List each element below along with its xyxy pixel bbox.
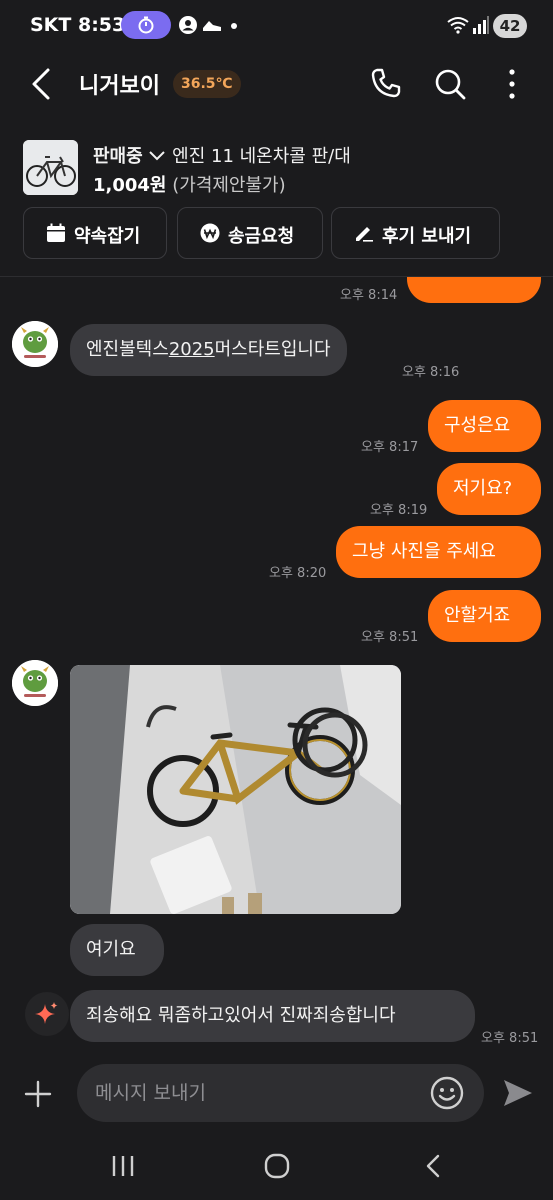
timer-pill bbox=[121, 11, 171, 39]
notification-dot-icon bbox=[231, 23, 237, 29]
price-note: (가격제안불가) bbox=[172, 175, 286, 196]
message-time: 오후 8:19 bbox=[370, 503, 428, 518]
seller-avatar[interactable] bbox=[12, 321, 58, 367]
outgoing-message-clipped[interactable] bbox=[407, 277, 541, 303]
more-options-icon[interactable] bbox=[502, 66, 522, 102]
message-field[interactable] bbox=[77, 1064, 484, 1122]
battery-indicator: 42 bbox=[493, 14, 527, 38]
shoe-icon bbox=[203, 21, 221, 31]
won-icon bbox=[200, 223, 220, 243]
chat-partner-name[interactable]: 니거보이 bbox=[79, 68, 160, 100]
product-price: 1,004원 bbox=[93, 175, 167, 196]
message-time: 오후 8:17 bbox=[361, 440, 419, 455]
home-icon[interactable] bbox=[264, 1153, 290, 1179]
phone-icon[interactable] bbox=[369, 66, 403, 100]
send-review-button[interactable]: 후기 보내기 bbox=[331, 207, 500, 259]
account-icon bbox=[179, 16, 197, 34]
manner-temperature-badge: 36.5℃ bbox=[173, 70, 241, 98]
product-title-line: 판매중 엔진 11 네온차콜 판/대 bbox=[93, 142, 351, 168]
outgoing-message[interactable]: 그냥 사진을 주세요 bbox=[336, 526, 541, 578]
carrier-time: SKT 8:53 bbox=[30, 14, 126, 36]
message-composer bbox=[0, 1060, 553, 1130]
product-title: 엔진 11 네온차콜 판/대 bbox=[172, 146, 351, 167]
request-payment-label: 송금요청 bbox=[228, 226, 295, 247]
message-time: 오후 8:51 bbox=[481, 1031, 539, 1046]
bicycle-image bbox=[23, 140, 78, 195]
sparkle-avatar-icon[interactable] bbox=[24, 991, 70, 1037]
dragon-avatar-image bbox=[12, 660, 58, 706]
message-text: 머스타트입니다 bbox=[214, 339, 331, 360]
bicycle-photo bbox=[70, 665, 401, 914]
system-navigation-bar bbox=[0, 1135, 553, 1200]
message-input[interactable] bbox=[95, 1078, 415, 1108]
recent-apps-icon[interactable] bbox=[110, 1153, 136, 1179]
incoming-photo-message[interactable] bbox=[70, 665, 401, 914]
outgoing-message[interactable]: 구성은요 bbox=[428, 400, 541, 452]
incoming-message[interactable]: 죄송해요 뭐좀하고있어서 진짜죄송합니다 bbox=[70, 990, 475, 1042]
outgoing-message[interactable]: 저기요? bbox=[437, 463, 541, 515]
incoming-message[interactable]: 여기요 bbox=[70, 924, 164, 976]
message-text: 엔진볼텍스 bbox=[86, 339, 169, 360]
pencil-icon bbox=[356, 227, 373, 242]
emoji-icon[interactable] bbox=[430, 1076, 464, 1110]
incoming-message[interactable]: 엔진볼텍스2025머스타트입니다 bbox=[70, 324, 347, 376]
send-review-label: 후기 보내기 bbox=[382, 226, 472, 247]
schedule-appointment-label: 약속잡기 bbox=[74, 226, 141, 247]
dragon-avatar-image bbox=[12, 321, 58, 367]
message-link-text[interactable]: 2025 bbox=[169, 339, 215, 360]
schedule-appointment-button[interactable]: 약속잡기 bbox=[23, 207, 167, 259]
product-price-line: 1,004원 (가격제안불가) bbox=[93, 171, 286, 197]
send-icon[interactable] bbox=[502, 1078, 534, 1108]
sale-status[interactable]: 판매중 bbox=[93, 146, 143, 167]
message-time: 오후 8:51 bbox=[361, 630, 419, 645]
stopwatch-icon bbox=[138, 16, 154, 34]
outgoing-message[interactable]: 안할거죠 bbox=[428, 590, 541, 642]
wifi-icon bbox=[447, 17, 469, 34]
status-bar: SKT 8:53 42 bbox=[0, 0, 553, 52]
request-payment-button[interactable]: 송금요청 bbox=[177, 207, 323, 259]
system-back-icon[interactable] bbox=[421, 1153, 445, 1179]
plus-icon[interactable] bbox=[24, 1080, 52, 1108]
back-arrow-icon[interactable] bbox=[28, 66, 54, 102]
chevron-down-icon[interactable] bbox=[148, 150, 166, 162]
signal-icon bbox=[473, 16, 489, 34]
message-time: 오후 8:16 bbox=[402, 365, 460, 380]
seller-avatar[interactable] bbox=[12, 660, 58, 706]
product-summary[interactable]: 판매중 엔진 11 네온차콜 판/대 1,004원 (가격제안불가) bbox=[0, 134, 553, 200]
message-list[interactable]: 오후 8:14 엔진볼텍스2025머스타트입니다 오후 8:16 구성은요 오후… bbox=[0, 277, 553, 1060]
message-time: 오후 8:14 bbox=[340, 288, 398, 303]
chat-header: 니거보이 36.5℃ bbox=[0, 52, 553, 116]
message-time: 오후 8:20 bbox=[269, 566, 327, 581]
product-thumbnail[interactable] bbox=[23, 140, 78, 195]
calendar-icon bbox=[47, 223, 65, 242]
search-icon[interactable] bbox=[432, 66, 468, 102]
